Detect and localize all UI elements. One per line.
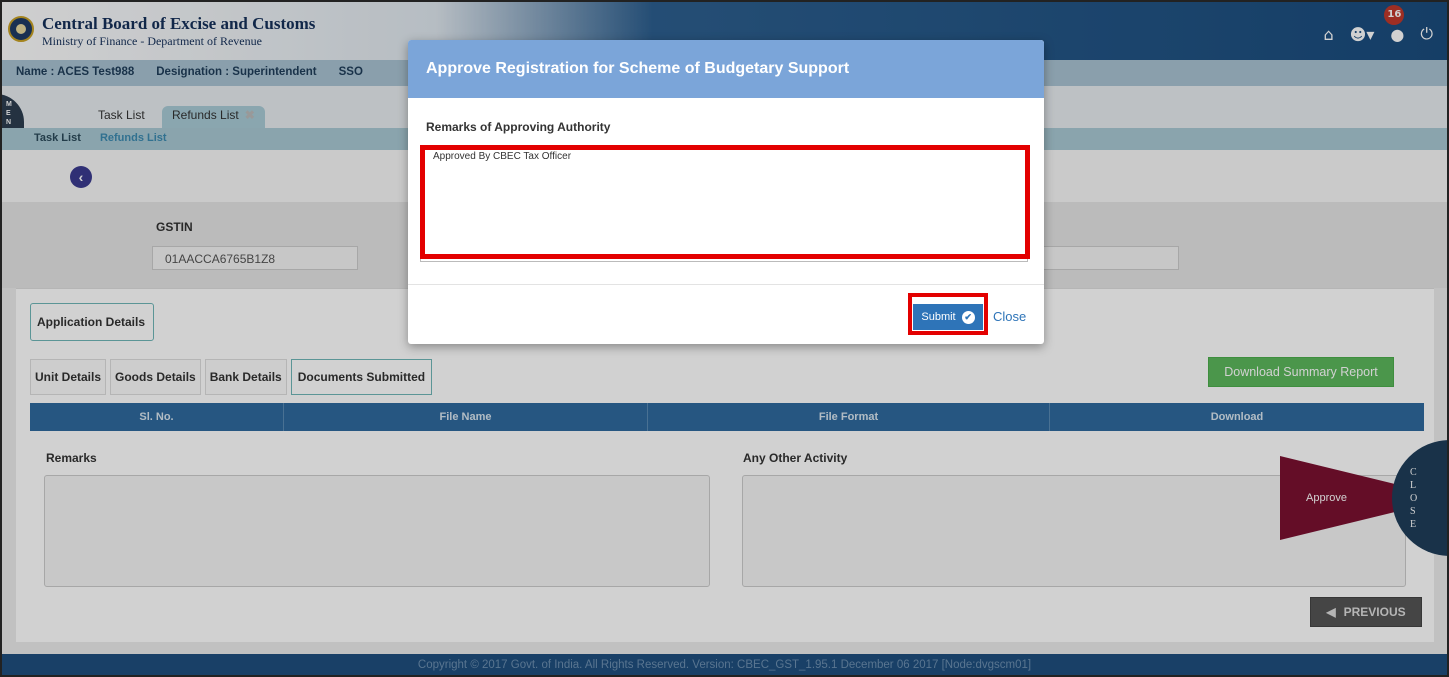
remarks-approving-label: Remarks of Approving Authority: [426, 120, 611, 134]
remarks-approving-textarea[interactable]: Approved By CBEC Tax Officer: [420, 146, 1028, 262]
modal-divider: [408, 284, 1044, 285]
check-circle-icon: ✔: [961, 310, 975, 324]
submit-button[interactable]: Submit ✔: [913, 304, 983, 330]
modal-title: Approve Registration for Scheme of Budge…: [408, 40, 1044, 98]
approve-registration-modal: Approve Registration for Scheme of Budge…: [408, 40, 1044, 344]
modal-close-link[interactable]: Close: [993, 309, 1026, 324]
submit-label: Submit: [921, 311, 956, 323]
app-frame: Central Board of Excise and Customs Mini…: [0, 0, 1449, 677]
